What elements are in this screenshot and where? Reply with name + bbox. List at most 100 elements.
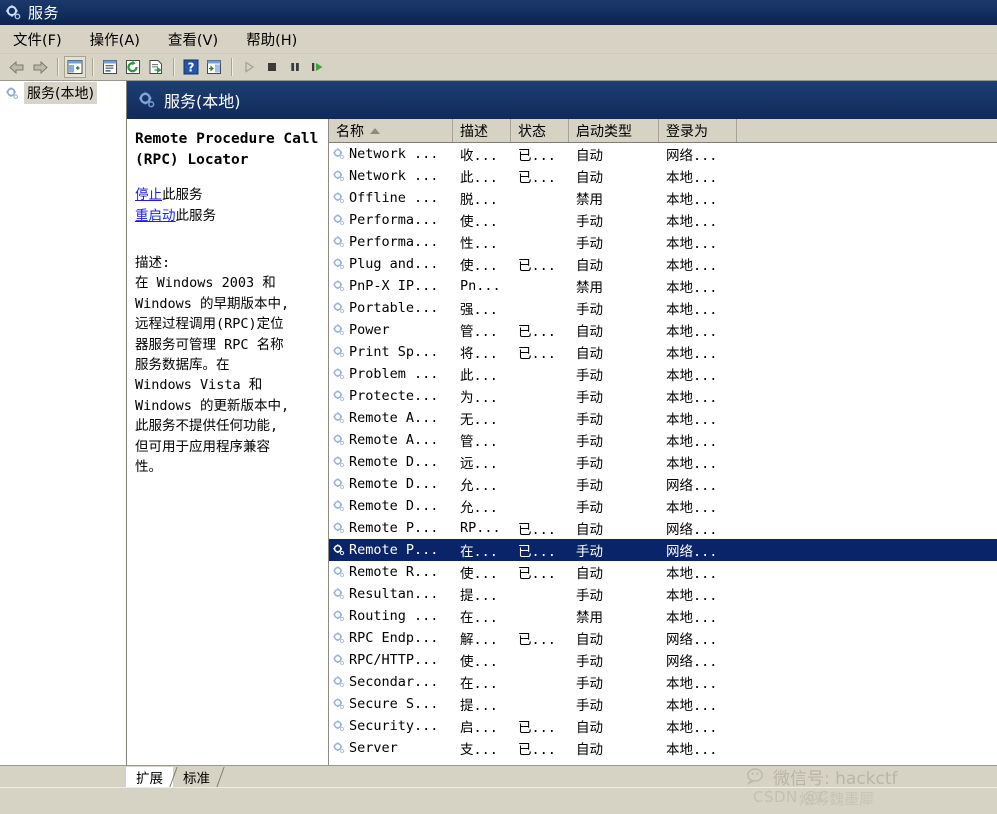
column-header-name[interactable]: 名称 bbox=[329, 119, 453, 142]
cell-description: 启... bbox=[460, 720, 498, 736]
cell-description: 在... bbox=[460, 610, 498, 626]
cell-name: Power bbox=[329, 322, 453, 338]
column-header-description[interactable]: 描述 bbox=[453, 119, 511, 142]
help-icon[interactable]: ? bbox=[180, 56, 202, 78]
cell-startup-type: 手动 bbox=[576, 544, 603, 560]
cell-name-text: Remote P... bbox=[349, 542, 439, 558]
stop-service-icon[interactable] bbox=[261, 56, 283, 78]
cell-startup-type: 自动 bbox=[576, 632, 603, 648]
panes: Remote Procedure Call (RPC) Locator 停止此服… bbox=[127, 119, 997, 765]
pause-service-icon[interactable] bbox=[284, 56, 306, 78]
table-row[interactable]: RPC/HTTP... 使... 手动 网络... bbox=[329, 649, 997, 671]
menu-help[interactable]: 帮助(H) bbox=[243, 27, 300, 52]
cell-name: Print Sp... bbox=[329, 344, 453, 360]
cell-name-text: Resultan... bbox=[349, 586, 439, 602]
start-service-icon[interactable] bbox=[238, 56, 260, 78]
table-row[interactable]: Power 管... 已... 自动 本地... bbox=[329, 319, 997, 341]
menu-action[interactable]: 操作(A) bbox=[87, 27, 143, 52]
tree-node-services-local[interactable]: 服务(本地) bbox=[0, 82, 126, 104]
cell-name: Performa... bbox=[329, 234, 453, 250]
stop-service-link[interactable]: 停止此服务 bbox=[135, 185, 320, 206]
menu-bar: 文件(F) 操作(A) 查看(V) 帮助(H) bbox=[0, 25, 997, 54]
cell-description: 管... bbox=[460, 434, 498, 450]
table-row[interactable]: Performa... 使... 手动 本地... bbox=[329, 209, 997, 231]
cell-log-on-as: 本地... bbox=[666, 346, 718, 362]
column-header-log-on-as[interactable]: 登录为 bbox=[659, 119, 737, 142]
toolbar: ? bbox=[0, 54, 997, 81]
table-row[interactable]: Remote A... 管... 手动 本地... bbox=[329, 429, 997, 451]
cell-log-on-as: 本地... bbox=[666, 192, 718, 208]
cell-startup-type: 手动 bbox=[576, 236, 603, 252]
cell-log-on-as: 本地... bbox=[666, 214, 718, 230]
menu-view[interactable]: 查看(V) bbox=[165, 27, 221, 52]
table-row[interactable]: Security... 启... 已... 自动 本地... bbox=[329, 715, 997, 737]
table-row[interactable]: Remote D... 允... 手动 本地... bbox=[329, 495, 997, 517]
table-row[interactable]: Portable... 强... 手动 本地... bbox=[329, 297, 997, 319]
description-label: 描述: bbox=[135, 255, 171, 271]
table-row[interactable]: Remote R... 使... 已... 自动 本地... bbox=[329, 561, 997, 583]
cell-status: 已... bbox=[518, 346, 556, 362]
table-row[interactable]: Protecte... 为... 手动 本地... bbox=[329, 385, 997, 407]
table-row[interactable]: Resultan... 提... 手动 本地... bbox=[329, 583, 997, 605]
service-gear-icon bbox=[333, 720, 345, 732]
table-row[interactable]: Server 支... 已... 自动 本地... bbox=[329, 737, 997, 759]
service-gear-icon bbox=[333, 500, 345, 512]
column-header-status[interactable]: 状态 bbox=[511, 119, 569, 142]
table-row[interactable]: Remote D... 允... 手动 网络... bbox=[329, 473, 997, 495]
service-gear-icon bbox=[333, 742, 345, 754]
table-row[interactable]: Secure S... 提... 手动 本地... bbox=[329, 693, 997, 715]
toolbar-separator-3 bbox=[173, 58, 175, 76]
cell-status: 已... bbox=[518, 566, 556, 582]
svg-text:?: ? bbox=[188, 61, 195, 75]
content-area: 服务(本地) 服务(本地) Remote Procedure Call (RPC… bbox=[0, 81, 997, 765]
cell-description: Pn... bbox=[460, 278, 501, 294]
action-pane-icon[interactable] bbox=[203, 56, 225, 78]
cell-description: 将... bbox=[460, 346, 498, 362]
tree-pane-icon[interactable] bbox=[64, 56, 86, 78]
table-row[interactable]: Remote P... RP... 已... 自动 网络... bbox=[329, 517, 997, 539]
table-row[interactable]: Print Sp... 将... 已... 自动 本地... bbox=[329, 341, 997, 363]
cell-name: Server bbox=[329, 740, 453, 756]
cell-log-on-as: 本地... bbox=[666, 390, 718, 406]
table-row[interactable]: Problem ... 此... 手动 本地... bbox=[329, 363, 997, 385]
menu-file[interactable]: 文件(F) bbox=[10, 27, 65, 52]
forward-arrow-icon[interactable] bbox=[29, 56, 51, 78]
services-gear-icon bbox=[139, 92, 155, 108]
cell-name-text: Offline ... bbox=[349, 190, 439, 206]
cell-name: Routing ... bbox=[329, 608, 453, 624]
service-gear-icon bbox=[333, 544, 345, 556]
table-row[interactable]: Network ... 收... 已... 自动 网络... bbox=[329, 143, 997, 165]
table-row[interactable]: Remote D... 远... 手动 本地... bbox=[329, 451, 997, 473]
tab-standard[interactable]: 标准 bbox=[173, 767, 225, 787]
table-row[interactable]: Routing ... 在... 禁用 本地... bbox=[329, 605, 997, 627]
table-row[interactable]: RPC Endp... 解... 已... 自动 网络... bbox=[329, 627, 997, 649]
back-arrow-icon[interactable] bbox=[6, 56, 28, 78]
tab-extended[interactable]: 扩展 bbox=[126, 767, 178, 787]
cell-startup-type: 自动 bbox=[576, 522, 603, 538]
table-row[interactable]: Remote P... 在... 已... 手动 网络... bbox=[329, 539, 997, 561]
table-row[interactable]: Secondar... 在... 手动 本地... bbox=[329, 671, 997, 693]
restart-service-link-text: 重启动 bbox=[135, 208, 176, 224]
table-row[interactable]: Network ... 此... 已... 自动 本地... bbox=[329, 165, 997, 187]
cell-status: 已... bbox=[518, 258, 556, 274]
toolbar-separator-4 bbox=[231, 58, 233, 76]
table-row[interactable]: PnP-X IP... Pn... 禁用 本地... bbox=[329, 275, 997, 297]
table-row[interactable]: Offline ... 脱... 禁用 本地... bbox=[329, 187, 997, 209]
cell-name-text: Network ... bbox=[349, 146, 439, 162]
refresh-icon[interactable] bbox=[122, 56, 144, 78]
cell-name: Resultan... bbox=[329, 586, 453, 602]
service-gear-icon bbox=[333, 456, 345, 468]
properties-icon[interactable] bbox=[99, 56, 121, 78]
table-row[interactable]: Plug and... 使... 已... 自动 本地... bbox=[329, 253, 997, 275]
restart-service-icon[interactable] bbox=[307, 56, 329, 78]
export-icon[interactable] bbox=[145, 56, 167, 78]
restart-service-link[interactable]: 重启动此服务 bbox=[135, 206, 320, 227]
cell-description: RP... bbox=[460, 520, 501, 536]
cell-name: Offline ... bbox=[329, 190, 453, 206]
table-row[interactable]: Remote A... 无... 手动 本地... bbox=[329, 407, 997, 429]
cell-log-on-as: 网络... bbox=[666, 654, 718, 670]
sort-ascending-icon bbox=[370, 127, 380, 134]
table-row[interactable]: Performa... 性... 手动 本地... bbox=[329, 231, 997, 253]
column-header-startup-type[interactable]: 启动类型 bbox=[569, 119, 659, 142]
cell-startup-type: 手动 bbox=[576, 390, 603, 406]
